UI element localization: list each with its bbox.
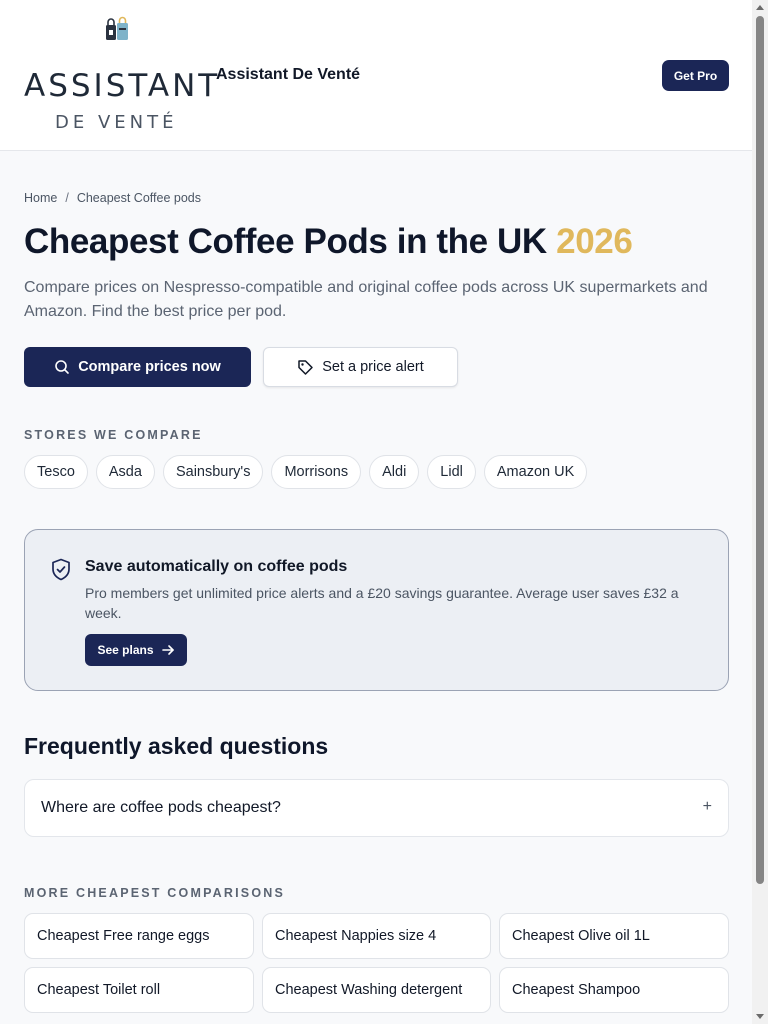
comparison-link[interactable]: Cheapest Nappies size 4 bbox=[262, 913, 491, 959]
scroll-up-arrow-icon[interactable] bbox=[756, 5, 764, 10]
page: ASSISTANT DE VENTÉ Assistant De Venté Ge… bbox=[0, 0, 752, 1024]
promo-title: Save automatically on coffee pods bbox=[85, 558, 348, 575]
breadcrumb-current: Cheapest Coffee pods bbox=[76, 191, 201, 205]
breadcrumb-separator: / bbox=[65, 191, 69, 205]
comparison-link[interactable]: Cheapest Shampoo bbox=[499, 967, 729, 1013]
page-subtitle: Compare prices on Nespresso-compatible a… bbox=[24, 279, 708, 320]
store-chip[interactable]: Asda bbox=[95, 455, 155, 489]
compare-prices-label: Compare prices now bbox=[78, 359, 221, 375]
stores-section-label: STORES WE COMPARE bbox=[24, 428, 203, 442]
breadcrumb-home-link[interactable]: Home bbox=[24, 191, 57, 205]
faq-item[interactable]: Where are coffee pods cheapest? + bbox=[24, 779, 729, 837]
set-price-alert-button[interactable]: Set a price alert bbox=[263, 347, 458, 387]
promo-description: Pro members get unlimited price alerts a… bbox=[85, 585, 679, 621]
shopping-bags-icon bbox=[106, 16, 128, 40]
store-chip[interactable]: Morrisons bbox=[271, 455, 362, 489]
comparison-link[interactable]: Cheapest Free range eggs bbox=[24, 913, 254, 959]
logo-subtitle: DE VENTÉ bbox=[55, 112, 178, 133]
see-plans-label: See plans bbox=[97, 643, 154, 657]
faq-heading: Frequently asked questions bbox=[24, 733, 329, 759]
pro-promo-card: Save automatically on coffee pods Pro me… bbox=[24, 529, 729, 691]
brand-name[interactable]: Assistant De Venté bbox=[216, 66, 360, 84]
store-chip[interactable]: Amazon UK bbox=[483, 455, 588, 489]
comparison-link[interactable]: Cheapest Washing detergent bbox=[262, 967, 491, 1013]
get-pro-button[interactable]: Get Pro bbox=[662, 60, 729, 91]
vertical-scrollbar[interactable] bbox=[752, 0, 768, 1024]
shield-check-icon bbox=[51, 558, 71, 586]
page-title: Cheapest Coffee Pods in the UK 2026 bbox=[24, 222, 633, 262]
compare-prices-button[interactable]: Compare prices now bbox=[24, 347, 251, 387]
logo-wordmark: ASSISTANT bbox=[24, 68, 221, 104]
store-chip[interactable]: Aldi bbox=[369, 455, 420, 489]
more-comparisons-grid: Cheapest Free range eggs Cheapest Nappie… bbox=[24, 913, 729, 1013]
set-price-alert-label: Set a price alert bbox=[322, 359, 424, 375]
comparison-link[interactable]: Cheapest Toilet roll bbox=[24, 967, 254, 1013]
see-plans-button[interactable]: See plans bbox=[85, 634, 187, 666]
comparison-link[interactable]: Cheapest Olive oil 1L bbox=[499, 913, 729, 959]
faq-question: Where are coffee pods cheapest? bbox=[41, 799, 281, 816]
page-title-text: Cheapest Coffee Pods in the UK bbox=[24, 222, 547, 261]
store-chip[interactable]: Lidl bbox=[427, 455, 476, 489]
expand-plus-icon[interactable]: + bbox=[703, 798, 712, 816]
breadcrumb: Home / Cheapest Coffee pods bbox=[24, 191, 201, 205]
scroll-down-arrow-icon[interactable] bbox=[756, 1014, 764, 1019]
site-header: ASSISTANT DE VENTÉ Assistant De Venté Ge… bbox=[0, 0, 752, 151]
search-icon bbox=[54, 359, 70, 375]
store-chip[interactable]: Sainsbury's bbox=[162, 455, 264, 489]
store-chips: Tesco Asda Sainsbury's Morrisons Aldi Li… bbox=[24, 455, 588, 489]
more-comparisons-label: MORE CHEAPEST COMPARISONS bbox=[24, 886, 286, 900]
scrollbar-thumb[interactable] bbox=[756, 16, 764, 884]
arrow-right-icon bbox=[161, 644, 175, 656]
store-chip[interactable]: Tesco bbox=[24, 455, 88, 489]
tag-icon bbox=[297, 359, 314, 376]
page-title-year: 2026 bbox=[556, 222, 633, 261]
